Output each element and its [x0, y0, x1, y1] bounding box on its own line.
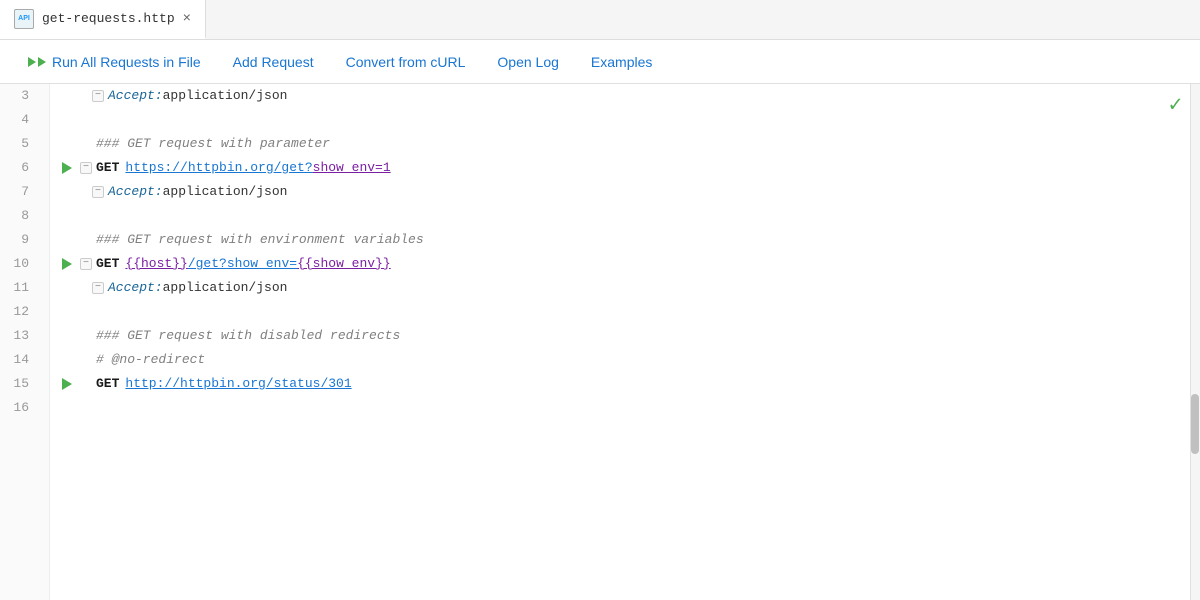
comment-text: ### GET request with parameter	[96, 132, 330, 156]
tab-bar: API get-requests.http ×	[0, 0, 1200, 40]
code-line: − Accept: application/json	[58, 276, 1200, 300]
vertical-scrollbar[interactable]	[1190, 84, 1200, 600]
open-log-button[interactable]: Open Log	[481, 48, 575, 76]
line-number: 15	[0, 372, 39, 396]
fold-button[interactable]: −	[80, 162, 92, 174]
request-url: https://httpbin.org/get?	[125, 156, 312, 180]
toolbar: Run All Requests in File Add Request Con…	[0, 40, 1200, 84]
code-line: − Accept: application/json	[58, 180, 1200, 204]
url-param-key: show_env=	[227, 252, 297, 276]
line-number: 7	[0, 180, 39, 204]
comment-text: ### GET request with disabled redirects	[96, 324, 400, 348]
code-line: ### GET request with environment variabl…	[58, 228, 1200, 252]
header-value: application/json	[163, 276, 288, 300]
url-variable: {{host}}	[125, 252, 187, 276]
checkmark-indicator: ✓	[1169, 92, 1182, 118]
fold-button[interactable]: −	[92, 186, 104, 198]
fold-button[interactable]: −	[80, 258, 92, 270]
tab-filename: get-requests.http	[42, 11, 175, 26]
run-request-button[interactable]	[62, 162, 72, 174]
url-variable-2: {{show_env}}	[297, 252, 391, 276]
code-line	[58, 204, 1200, 228]
line-number: 5	[0, 132, 39, 156]
line-number: 3	[0, 84, 39, 108]
scrollbar-thumb	[1191, 394, 1199, 454]
fold-button[interactable]: −	[92, 90, 104, 102]
line-number: 4	[0, 108, 39, 132]
header-value: application/json	[163, 84, 288, 108]
file-tab[interactable]: API get-requests.http ×	[0, 0, 206, 39]
line-number: 8	[0, 204, 39, 228]
code-line: − GET {{host}}/get?show_env={{show_env}}	[58, 252, 1200, 276]
run-request-button[interactable]	[62, 258, 72, 270]
api-file-icon: API	[14, 9, 34, 29]
tab-close-button[interactable]: ×	[183, 12, 191, 26]
directive-text: # @no-redirect	[96, 348, 205, 372]
convert-curl-button[interactable]: Convert from cURL	[330, 48, 482, 76]
line-number: 6	[0, 156, 39, 180]
line-number: 11	[0, 276, 39, 300]
line-numbers: 345678910111213141516	[0, 84, 50, 600]
code-line: ### GET request with disabled redirects	[58, 324, 1200, 348]
code-line	[58, 300, 1200, 324]
code-line: GET http://httpbin.org/status/301	[58, 372, 1200, 396]
header-key: Accept:	[108, 276, 163, 300]
run-all-icon	[28, 57, 46, 67]
header-value: application/json	[163, 180, 288, 204]
url-params: show_env=1	[313, 156, 391, 180]
examples-button[interactable]: Examples	[575, 48, 668, 76]
code-line: − Accept: application/json	[58, 84, 1200, 108]
request-url: http://httpbin.org/status/301	[125, 372, 351, 396]
code-line	[58, 396, 1200, 420]
add-request-button[interactable]: Add Request	[217, 48, 330, 76]
code-line: ### GET request with parameter	[58, 132, 1200, 156]
line-number: 16	[0, 396, 39, 420]
line-number: 9	[0, 228, 39, 252]
code-line	[58, 108, 1200, 132]
http-method: GET	[96, 252, 119, 276]
http-method: GET	[96, 156, 119, 180]
code-editor: 345678910111213141516 − Accept: applicat…	[0, 84, 1200, 600]
code-content[interactable]: − Accept: application/json ### GET reque…	[50, 84, 1200, 600]
http-method: GET	[96, 372, 119, 396]
code-line: − GET https://httpbin.org/get?show_env=1	[58, 156, 1200, 180]
run-request-button[interactable]	[62, 378, 72, 390]
header-key: Accept:	[108, 180, 163, 204]
comment-text: ### GET request with environment variabl…	[96, 228, 424, 252]
header-key: Accept:	[108, 84, 163, 108]
line-number: 10	[0, 252, 39, 276]
url-path: /get?	[188, 252, 227, 276]
fold-button[interactable]: −	[92, 282, 104, 294]
line-number: 12	[0, 300, 39, 324]
line-number: 14	[0, 348, 39, 372]
run-all-button[interactable]: Run All Requests in File	[12, 48, 217, 76]
line-number: 13	[0, 324, 39, 348]
code-line: # @no-redirect	[58, 348, 1200, 372]
